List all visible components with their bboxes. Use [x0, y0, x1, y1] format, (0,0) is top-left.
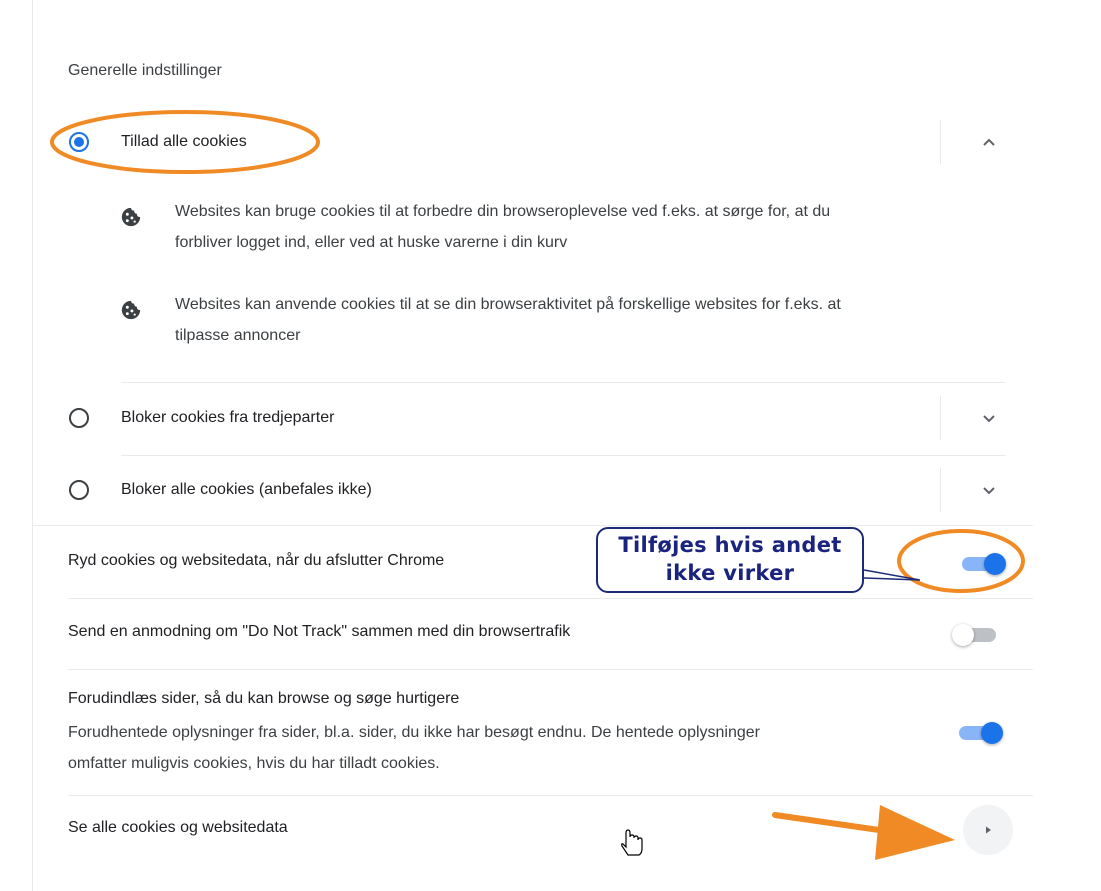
- divider: [121, 455, 1005, 456]
- toggle-clear-on-exit[interactable]: [958, 551, 1006, 575]
- cookie-icon: [121, 207, 141, 227]
- annotation-callout: Tilføjes hvis andet ikke virker: [596, 527, 864, 593]
- expand-button-allow-all[interactable]: [971, 124, 1007, 160]
- divider: [68, 669, 1033, 670]
- chevron-up-icon: [983, 138, 995, 146]
- page-left-border: [32, 0, 33, 891]
- radio-label-block-all: Bloker alle cookies (anbefales ikke): [121, 481, 372, 498]
- expand-button-block-all[interactable]: [971, 472, 1007, 508]
- description-line: Websites kan bruge cookies til at forbed…: [175, 203, 831, 220]
- radio-button-block-third-party[interactable]: [69, 408, 89, 428]
- toggle-preload[interactable]: [955, 720, 1003, 744]
- chevron-down-icon: [983, 415, 995, 423]
- toggle-do-not-track[interactable]: [952, 622, 1000, 646]
- setting-label-see-all: Se alle cookies og websitedata: [68, 819, 288, 836]
- setting-label-do-not-track: Send en anmodning om "Do Not Track" samm…: [68, 623, 571, 640]
- callout-line: ikke virker: [665, 561, 795, 585]
- description-line: tilpasse annoncer: [175, 327, 301, 344]
- setting-row-preload[interactable]: Forudindlæs sider, så du kan browse og s…: [68, 680, 1016, 790]
- vertical-separator: [940, 468, 941, 512]
- radio-option-block-third-party[interactable]: Bloker cookies fra tredjeparter: [55, 386, 1010, 450]
- callout-line: Tilføjes hvis andet: [618, 533, 842, 557]
- setting-row-see-all[interactable]: Se alle cookies og websitedata: [68, 800, 1016, 860]
- setting-description-line: omfatter muligvis cookies, hvis du har t…: [68, 755, 440, 772]
- expand-button-block-third-party[interactable]: [971, 400, 1007, 436]
- radio-option-block-all[interactable]: Bloker alle cookies (anbefales ikke): [55, 458, 1010, 522]
- section-title: Generelle indstillinger: [68, 62, 222, 79]
- setting-description-line: Forudhentede oplysninger fra sider, bl.a…: [68, 724, 760, 741]
- setting-row-clear-on-exit[interactable]: Ryd cookies og websitedata, når du afslu…: [68, 530, 1016, 596]
- radio-button-block-all[interactable]: [69, 480, 89, 500]
- radio-option-allow-all[interactable]: Tillad alle cookies: [55, 110, 1010, 174]
- toggle-knob: [981, 722, 1003, 744]
- toggle-knob: [984, 553, 1006, 575]
- divider: [68, 795, 1033, 796]
- description-line: Websites kan anvende cookies til at se d…: [175, 296, 841, 313]
- cookie-icon: [121, 300, 141, 320]
- divider: [33, 525, 1033, 526]
- radio-button-allow-all[interactable]: [69, 132, 89, 152]
- divider: [68, 598, 1033, 599]
- play-arrow-icon: [986, 826, 991, 834]
- vertical-separator: [940, 120, 941, 164]
- setting-label-clear-on-exit: Ryd cookies og websitedata, når du afslu…: [68, 552, 445, 569]
- description-line: forbliver logget ind, eller ved at huske…: [175, 234, 568, 251]
- divider: [121, 382, 1005, 383]
- vertical-separator: [940, 396, 941, 440]
- setting-label-preload: Forudindlæs sider, så du kan browse og s…: [68, 690, 460, 707]
- setting-row-do-not-track[interactable]: Send en anmodning om "Do Not Track" samm…: [68, 600, 1016, 666]
- radio-label-block-third-party: Bloker cookies fra tredjeparter: [121, 409, 335, 426]
- see-all-arrow-button[interactable]: [963, 805, 1013, 855]
- chevron-down-icon: [983, 487, 995, 495]
- radio-label-allow-all: Tillad alle cookies: [121, 133, 247, 150]
- toggle-knob: [952, 624, 974, 646]
